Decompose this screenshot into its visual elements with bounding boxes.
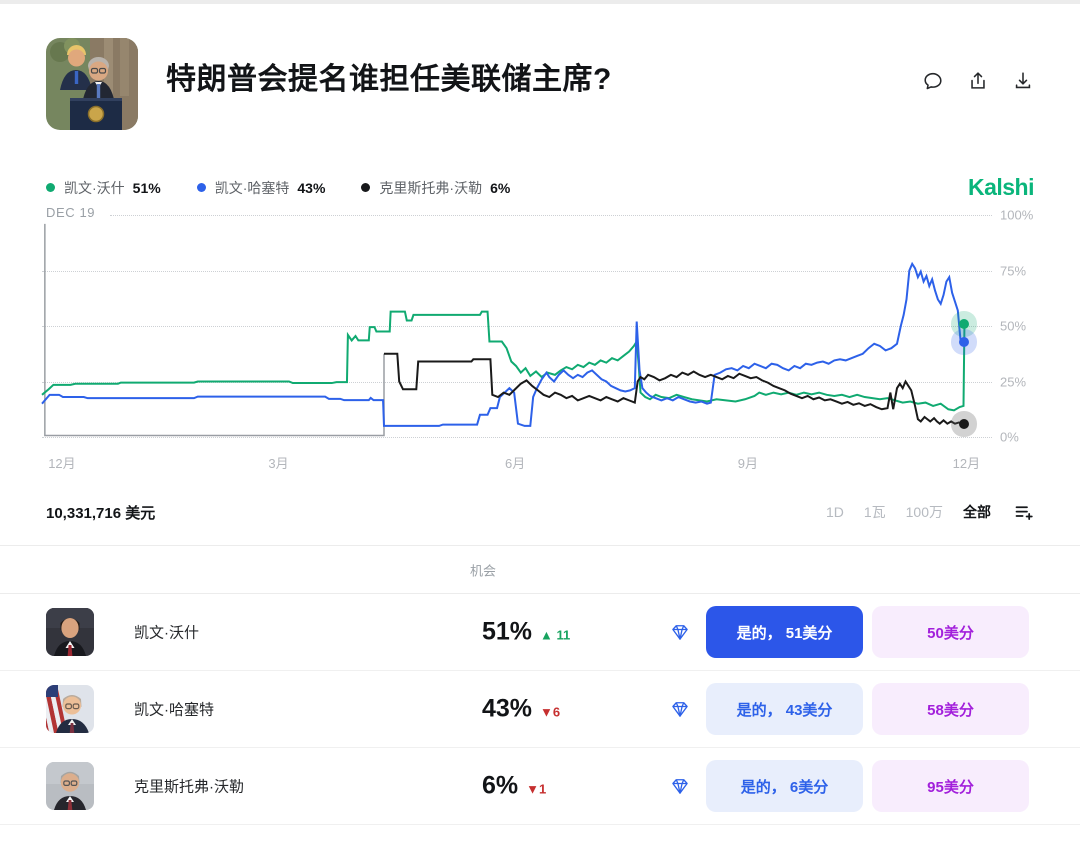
buy-no-button[interactable]: 58美分: [872, 683, 1029, 735]
xtick: 6月: [505, 453, 525, 472]
xtick: 12月: [953, 453, 980, 472]
table-header: 机会: [0, 546, 1080, 594]
range-selector: 1D 1瓦 100万 全部: [826, 502, 1034, 523]
buy-no-button[interactable]: 95美分: [872, 760, 1029, 812]
chance-value: 6%: [482, 772, 518, 801]
event-thumbnail: [46, 38, 138, 130]
table-row-warsh[interactable]: 凯文·沃什 51% ▲ 11 是的， 51美分 50美分: [0, 594, 1080, 671]
ytick: 75%: [1000, 263, 1026, 278]
share-icon[interactable]: [967, 70, 989, 92]
chance-value: 51%: [482, 618, 532, 647]
range-1w[interactable]: 1瓦: [864, 502, 886, 522]
y-axis-labels: 100% 75% 50% 25% 0%: [992, 215, 1038, 437]
avatar-waller: [46, 762, 94, 810]
series-end-dots: [42, 215, 992, 437]
kalshi-logo: Kalshi: [968, 174, 1034, 201]
event-date-marker: DEC 19: [46, 205, 95, 220]
chance-change: ▼6: [540, 705, 560, 720]
range-1m[interactable]: 100万: [906, 502, 943, 522]
series-dot-green: [46, 183, 55, 192]
diamond-icon[interactable]: [670, 699, 690, 719]
buy-yes-button[interactable]: 是的， 6美分: [706, 760, 863, 812]
chance-value: 43%: [482, 695, 532, 724]
event-header: 特朗普会提名谁担任美联储主席?: [46, 38, 1034, 130]
ytick: 50%: [1000, 319, 1026, 334]
chart-legend: 凯文·沃什 51% 凯文·哈塞特 43% 克里斯托弗·沃勒 6% Kalshi: [46, 174, 1034, 201]
volume-total: 10,331,716 美元: [46, 502, 155, 523]
ytick: 100%: [1000, 208, 1033, 223]
chart-settings-icon[interactable]: [1013, 502, 1034, 523]
ytick: 25%: [1000, 374, 1026, 389]
download-icon[interactable]: [1012, 70, 1034, 92]
buy-yes-button[interactable]: 是的， 43美分: [706, 683, 863, 735]
chance-cell: 43% ▼6: [482, 695, 560, 724]
top-window-edge: [0, 0, 1080, 4]
candidate-name: 凯文·哈塞特: [134, 699, 214, 720]
xtick: 3月: [268, 453, 288, 472]
buy-no-button[interactable]: 50美分: [872, 606, 1029, 658]
page-title: 特朗普会提名谁担任美联储主席?: [166, 62, 612, 98]
chart-plot-area[interactable]: [42, 215, 992, 437]
candidate-name: 凯文·沃什: [134, 622, 199, 643]
table-row-hassett[interactable]: 凯文·哈塞特 43% ▼6 是的， 43美分 58美分: [0, 671, 1080, 748]
chance-cell: 51% ▲ 11: [482, 618, 570, 647]
x-axis-labels: 12月 3月 6月 9月 12月: [42, 453, 992, 473]
gridline-0: [42, 437, 992, 438]
legend-item[interactable]: 克里斯托弗·沃勒 6%: [361, 178, 510, 198]
chance-column-header: 机会: [470, 560, 496, 579]
legend-item[interactable]: 凯文·沃什 51%: [46, 178, 161, 198]
series-dot-black: [361, 183, 370, 192]
comment-icon[interactable]: [922, 70, 944, 92]
chance-change: ▲ 11: [540, 628, 570, 643]
series-dot-blue: [197, 183, 206, 192]
xtick: 9月: [738, 453, 758, 472]
ytick: 0%: [1000, 430, 1019, 445]
range-1d[interactable]: 1D: [826, 504, 844, 520]
diamond-icon[interactable]: [670, 622, 690, 642]
xtick: 12月: [48, 453, 75, 472]
chance-cell: 6% ▼1: [482, 772, 546, 801]
avatar-hassett: [46, 685, 94, 733]
price-chart[interactable]: DEC 19 100% 75% 50% 25% 0% 12月 3月 6月 9月 …: [42, 215, 1038, 473]
avatar-warsh: [46, 608, 94, 656]
buy-yes-button[interactable]: 是的， 51美分: [706, 606, 863, 658]
diamond-icon[interactable]: [670, 776, 690, 796]
candidate-name: 克里斯托弗·沃勒: [134, 776, 244, 797]
chance-change: ▼1: [526, 782, 546, 797]
table-row-waller[interactable]: 克里斯托弗·沃勒 6% ▼1 是的， 6美分 95美分: [0, 748, 1080, 825]
legend-item[interactable]: 凯文·哈塞特 43%: [197, 178, 326, 198]
range-all[interactable]: 全部: [963, 502, 991, 522]
